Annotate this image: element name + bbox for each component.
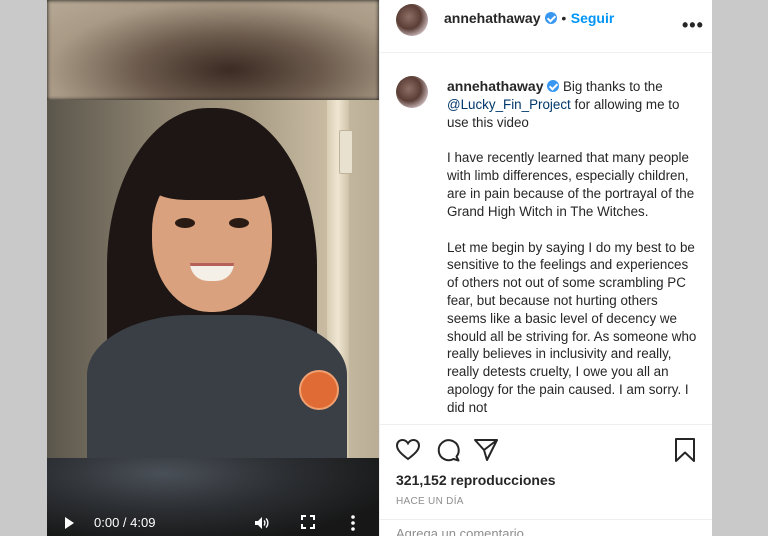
heart-icon[interactable] [395, 437, 421, 463]
girl-right-eye [229, 218, 249, 228]
header-user-line: annehathaway • Seguir [444, 10, 614, 28]
avatar[interactable] [396, 4, 428, 36]
light-switch [339, 130, 353, 174]
post-timestamp[interactable]: HACE UN DÍA [396, 496, 464, 507]
follow-button[interactable]: Seguir [571, 10, 615, 26]
view-count[interactable]: 321,152 reproducciones [396, 472, 556, 488]
post-header: annehathaway • Seguir ••• [380, 0, 713, 53]
comment-bubble-icon[interactable] [435, 437, 461, 463]
girl-left-eye [175, 218, 195, 228]
right-backdrop [712, 0, 768, 536]
header-username[interactable]: annehathaway [444, 10, 540, 26]
vertical-dots-icon[interactable] [350, 514, 356, 532]
verified-badge-icon [544, 12, 557, 24]
instagram-post: 0:00 / 4:09 annehathaway • Seguir ••• an… [47, 0, 713, 536]
caption-paragraph-3: Let me begin by saying I do my best to b… [447, 239, 697, 415]
fullscreen-icon[interactable] [301, 515, 315, 529]
caption-text: annehathaway Big thanks to the @Lucky_Fi… [447, 78, 697, 424]
video-time: 0:00 / 4:09 [94, 515, 156, 530]
post-actions: 321,152 reproducciones HACE UN DÍA Agreg… [380, 424, 713, 536]
video-blur-top [47, 0, 379, 100]
video-frame[interactable] [47, 100, 379, 458]
bookmark-icon[interactable] [672, 437, 698, 463]
more-options-icon[interactable]: ••• [682, 16, 704, 34]
play-icon[interactable] [65, 517, 74, 529]
header-separator: • [561, 10, 567, 26]
mention-link[interactable]: @Lucky_Fin_Project [447, 97, 571, 112]
caption-intro: Big thanks to the [562, 79, 663, 94]
paper-plane-icon[interactable] [473, 437, 499, 463]
post-caption: annehathaway Big thanks to the @Lucky_Fi… [380, 54, 713, 424]
caption-paragraph-2: I have recently learned that many people… [447, 150, 695, 219]
post-sidebar: annehathaway • Seguir ••• annehathaway B… [379, 0, 713, 536]
caption-username[interactable]: annehathaway [447, 78, 543, 94]
caption-avatar[interactable] [396, 76, 428, 108]
shirt-logo-badge [299, 370, 339, 410]
comment-input-bar[interactable]: Agrega un comentario... [380, 519, 713, 536]
verified-badge-icon [547, 80, 560, 92]
comment-input[interactable]: Agrega un comentario... [396, 526, 535, 536]
video-controls: 0:00 / 4:09 [47, 510, 379, 536]
volume-icon[interactable] [254, 516, 270, 530]
girl-bangs [147, 140, 277, 200]
video-player[interactable]: 0:00 / 4:09 [47, 0, 379, 536]
